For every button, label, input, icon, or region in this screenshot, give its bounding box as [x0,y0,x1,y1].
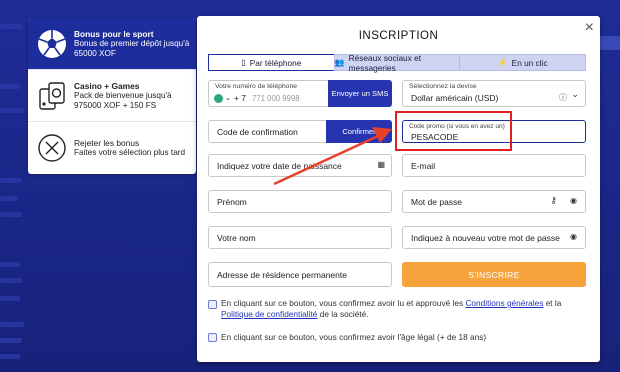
terms-text: En cliquant sur ce bouton, vous confirme… [221,298,581,320]
bonus-title: Casino + Games [74,80,140,91]
last-name-field[interactable]: Votre nom [208,226,392,249]
bg-text-line [0,178,22,183]
email-field[interactable]: E-mail [402,154,586,177]
first-name-input[interactable]: Prénom [217,197,247,207]
birthdate-field[interactable]: Indiquez votre date de naissance ▦ [208,154,392,177]
phone-field[interactable]: Votre numéro de téléphone ⌄ + 7 771 000 … [208,80,392,107]
tab-label: Par téléphone [249,57,302,68]
password-repeat-input[interactable]: Indiquez à nouveau votre mot de passe [411,233,560,243]
bg-text-line [0,108,24,113]
terms-checkbox[interactable] [208,300,217,309]
bg-text-line [0,84,20,89]
bonus-panel: Bonus pour le sport Bonus de premier dépô… [28,18,196,174]
confirmation-code-field[interactable]: Code de confirmation Confirmer [208,120,392,143]
age-text: En cliquant sur ce bouton, vous confirme… [221,332,487,342]
lightning-icon: ⚡ [497,58,508,67]
calendar-icon[interactable]: ▦ [377,160,385,169]
bg-text-line [0,212,22,217]
eye-off-icon[interactable]: ◉ [570,232,577,241]
first-name-field[interactable]: Prénom [208,190,392,213]
terms-prefix: En cliquant sur ce bouton, vous confirme… [221,298,466,308]
bonus-title: Rejeter les bonus [74,138,140,148]
register-button[interactable]: S'INSCRIRE [402,262,586,287]
currency-value: Dollar américain (USD) [411,93,499,103]
bg-text-line [0,24,22,29]
promo-code-field[interactable]: Code promo (si vous en avez un) PESACODE [402,120,586,143]
phone-icon: ▯ [241,58,246,67]
terms-link[interactable]: Conditions générales [465,298,543,308]
soccer-ball-icon [35,27,69,61]
bg-text-line [0,262,20,267]
bg-text-line [0,296,20,301]
info-icon: ⓘ [559,93,567,102]
privacy-link[interactable]: Politique de confidentialité [221,309,317,319]
bonus-desc: Faites votre sélection plus tard [74,148,186,157]
tab-social[interactable]: 👥 Réseaux sociaux et messageries [333,52,460,73]
bg-text-line [0,322,24,327]
casino-chip-icon [35,79,69,113]
tab-one-click[interactable]: ⚡ En un clic [459,54,587,71]
bonus-desc: Bonus de premier dépôt jusqu'à 65000 XOF [74,38,190,58]
email-input[interactable]: E-mail [411,161,435,171]
last-name-input[interactable]: Votre nom [217,233,256,243]
flag-icon [214,93,223,103]
bonus-item-sport[interactable]: Bonus pour le sport Bonus de premier dépô… [28,18,196,70]
chevron-down-icon[interactable]: ⌄ [225,94,231,102]
bg-text-line [0,196,18,201]
phone-input-row: ⌄ + 7 771 000 9998 [214,93,300,103]
password-field[interactable]: Mot de passe ⚷ ◉ [402,190,586,213]
phone-label: Votre numéro de téléphone [215,83,298,90]
key-icon[interactable]: ⚷ [550,195,557,206]
bg-text-line [0,338,22,343]
close-circle-icon [35,131,69,165]
birthdate-input[interactable]: Indiquez votre date de naissance [217,161,342,171]
currency-select[interactable]: Sélectionnez la devise Dollar américain … [402,80,586,107]
terms-suffix: de la société. [317,309,369,319]
promo-code-label: Code promo (si vous en avez un) [409,123,505,130]
password-repeat-field[interactable]: Indiquez à nouveau votre mot de passe ◉ [402,226,586,249]
registration-tabs: ▯ Par téléphone 👥 Réseaux sociaux et messa… [208,52,587,73]
tab-phone[interactable]: ▯ Par téléphone [208,54,334,71]
modal-title: INSCRIPTION [358,30,439,42]
address-input[interactable]: Adresse de résidence permanente [217,270,347,280]
tab-label: Réseaux sociaux et messageries [348,52,422,73]
eye-off-icon[interactable]: ◉ [570,196,577,205]
phone-country-code: + 7 [233,93,246,103]
bonus-title: Bonus pour le sport [74,28,154,39]
bonus-item-reject[interactable]: Rejeter les bonus Faites votre sélection … [28,122,196,174]
password-input[interactable]: Mot de passe [411,197,462,207]
bg-text-line [0,278,22,283]
registration-modal: × INSCRIPTION ▯ Par téléphone 👥 Réseaux so… [197,16,600,362]
bonus-desc: Pack de bienvenue jusqu'à 975000 XOF + 1… [74,90,172,110]
bg-text-line [0,354,20,359]
confirm-button[interactable]: Confirmer [326,120,392,143]
address-field[interactable]: Adresse de résidence permanente [208,262,392,287]
bonus-item-casino[interactable]: Casino + Games Pack de bienvenue jusqu'à … [28,70,196,122]
chevron-down-icon: ⌄ [571,89,579,99]
terms-mid: et la [543,298,562,308]
promo-code-input[interactable]: PESACODE [411,132,458,142]
confirmation-code-input[interactable]: Code de confirmation [217,127,298,137]
send-sms-button[interactable]: Envoyer un SMS [328,80,392,107]
currency-label: Sélectionnez la devise [409,83,477,90]
tab-label: En un clic [511,57,548,68]
users-icon: 👥 [334,58,345,67]
age-checkbox[interactable] [208,333,217,342]
phone-input[interactable]: 771 000 9998 [252,94,300,103]
